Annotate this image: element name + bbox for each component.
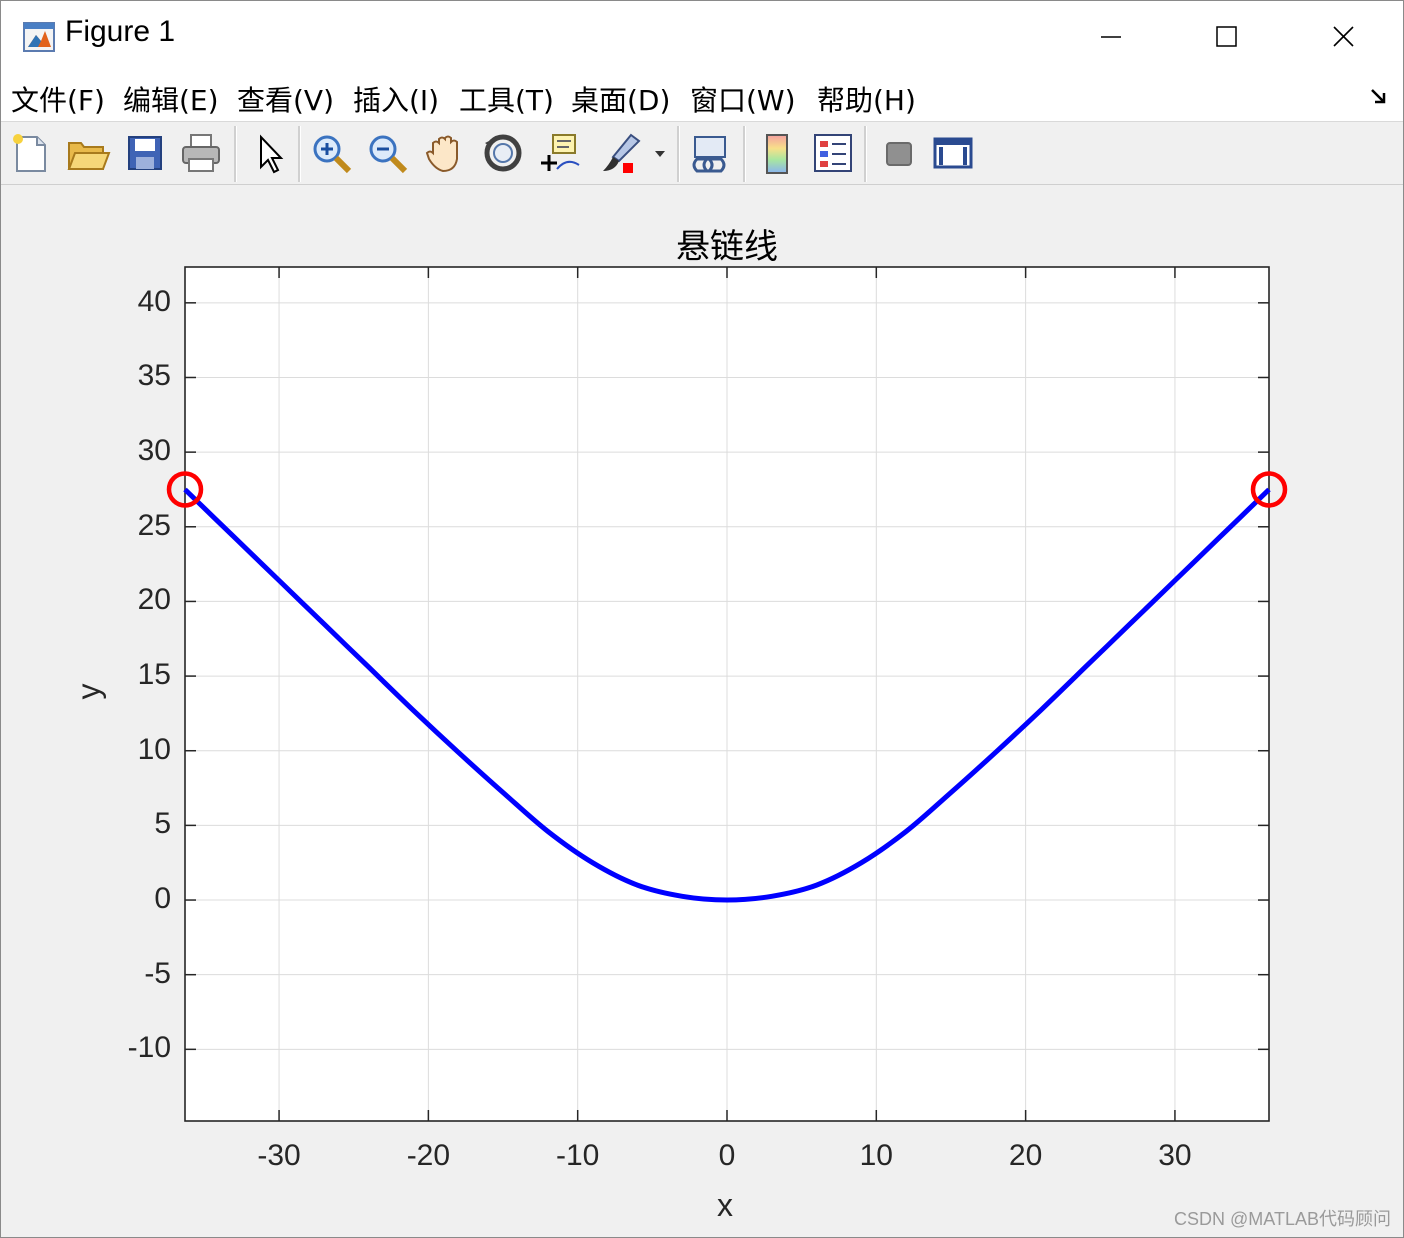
- brush-icon[interactable]: [597, 129, 645, 177]
- close-icon: [1333, 26, 1354, 47]
- y-tick-label: 10: [137, 732, 171, 766]
- save-icon[interactable]: [121, 129, 169, 177]
- toolbar-separator: [234, 126, 237, 182]
- menu-help[interactable]: 帮助(H): [817, 79, 916, 119]
- menu-file[interactable]: 文件(F): [11, 79, 105, 119]
- menu-window[interactable]: 窗口(W): [690, 79, 796, 119]
- pan-hand-icon[interactable]: [421, 129, 469, 177]
- y-tick-label: 20: [137, 583, 171, 617]
- maximize-button[interactable]: [1169, 1, 1287, 73]
- x-tick-label: 0: [718, 1139, 736, 1172]
- title-bar[interactable]: Figure 1: [1, 1, 1403, 73]
- zoom-in-icon[interactable]: [307, 129, 355, 177]
- y-tick-label: 30: [137, 434, 171, 468]
- axes-plot[interactable]: [1, 185, 1403, 1237]
- figure-toolbar: [1, 122, 1403, 185]
- y-tick-label: 0: [154, 882, 171, 916]
- toolbar-separator: [677, 126, 680, 182]
- rotate-3d-icon[interactable]: [479, 129, 527, 177]
- chart-title: 悬链线: [676, 227, 778, 267]
- maximize-icon: [1216, 26, 1237, 47]
- matlab-app-icon: [23, 22, 55, 52]
- window-title: Figure 1: [65, 15, 176, 48]
- y-tick-label: 35: [137, 359, 171, 393]
- y-tick-label: 40: [137, 284, 171, 318]
- watermark: CSDN @MATLAB代码顾问: [1174, 1209, 1391, 1229]
- close-button[interactable]: [1285, 1, 1403, 73]
- new-figure-icon[interactable]: [7, 129, 55, 177]
- figure-window: Figure 1 文件(F) 编辑(E) 查看(V) 插入(I) 工具(T) 桌…: [0, 0, 1404, 1238]
- edit-plot-arrow-icon[interactable]: [247, 129, 295, 177]
- dock-figure-icon[interactable]: [1369, 85, 1391, 107]
- menu-bar: 文件(F) 编辑(E) 查看(V) 插入(I) 工具(T) 桌面(D) 窗口(W…: [1, 73, 1403, 122]
- y-tick-label: -10: [127, 1031, 171, 1065]
- y-tick-label: -5: [144, 956, 171, 990]
- zoom-out-icon[interactable]: [363, 129, 411, 177]
- menu-view[interactable]: 查看(V): [237, 79, 334, 119]
- x-tick-label: 20: [1008, 1139, 1043, 1172]
- data-cursor-icon[interactable]: [535, 129, 583, 177]
- x-tick-label: -10: [556, 1139, 600, 1172]
- x-tick-label: 10: [859, 1139, 893, 1172]
- menu-tools[interactable]: 工具(T): [459, 79, 554, 119]
- toolbar-separator: [864, 126, 867, 182]
- minimize-button[interactable]: [1051, 1, 1169, 73]
- open-file-icon[interactable]: [63, 129, 111, 177]
- menu-desktop[interactable]: 桌面(D): [571, 79, 670, 119]
- x-tick-label: 30: [1158, 1139, 1192, 1172]
- y-axis-title: y: [70, 683, 107, 700]
- y-tick-label: 25: [137, 508, 171, 542]
- show-plot-tools-icon[interactable]: [929, 129, 977, 177]
- toolbar-separator: [743, 126, 746, 182]
- legend-icon[interactable]: [809, 129, 857, 177]
- link-plot-icon[interactable]: [687, 129, 735, 177]
- chevron-down-icon[interactable]: [649, 129, 671, 177]
- toolbar-separator: [298, 126, 301, 182]
- figure-canvas[interactable]: 悬链线 -10 -5 0 5 10 15 20 25 30 35 40 -30 -20 -10 0 10 20…: [1, 185, 1403, 1237]
- x-axis-title: x: [717, 1187, 733, 1223]
- print-icon[interactable]: [177, 129, 225, 177]
- minimize-icon: [1101, 36, 1121, 38]
- x-tick-label: -20: [406, 1139, 451, 1172]
- menu-insert[interactable]: 插入(I): [353, 79, 439, 119]
- x-tick-label: -30: [257, 1139, 301, 1172]
- y-tick-label: 5: [154, 807, 171, 841]
- hide-plot-tools-icon[interactable]: [875, 129, 923, 177]
- menu-edit[interactable]: 编辑(E): [123, 79, 219, 119]
- colorbar-icon[interactable]: [753, 129, 801, 177]
